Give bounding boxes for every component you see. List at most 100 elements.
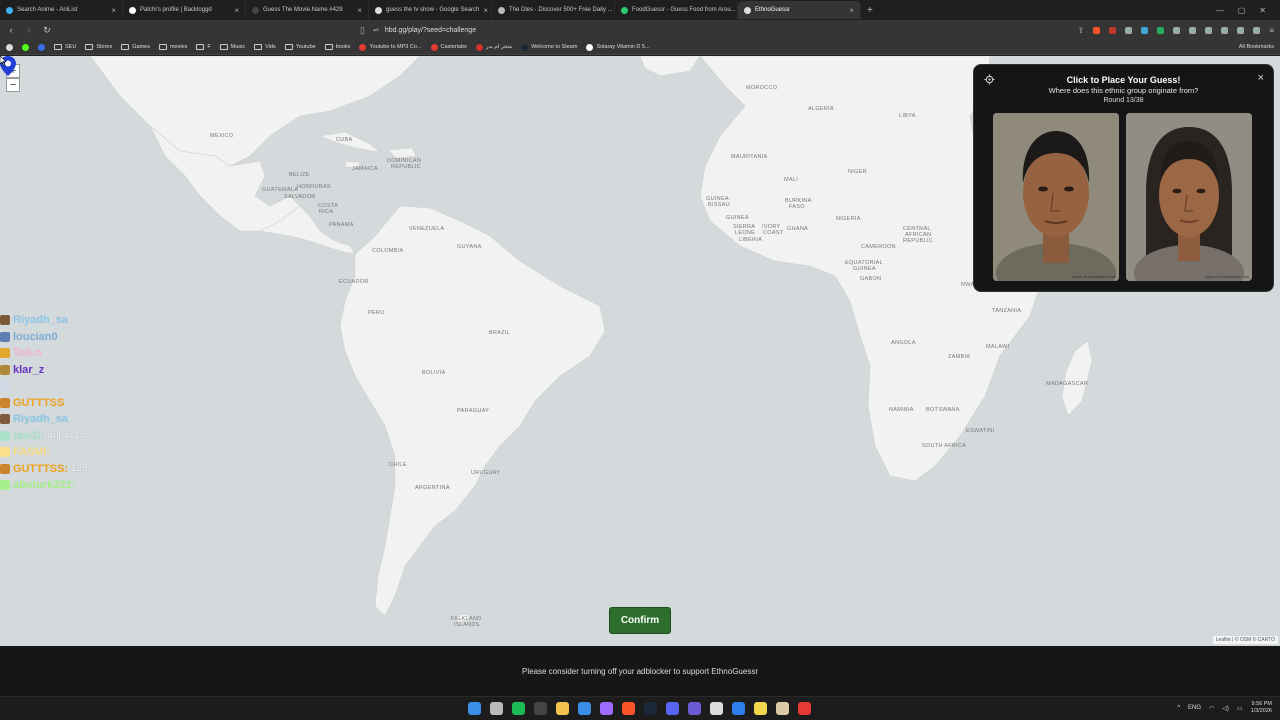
globe-icon[interactable] <box>732 702 745 715</box>
bookmark-item[interactable]: Solaray Vitamin D 5... <box>586 43 650 51</box>
extension-icon-2[interactable] <box>1141 26 1149 34</box>
window-controls: — ▢ ✕ <box>1216 6 1280 15</box>
clock[interactable]: 9:56 PM 1/3/2026 <box>1251 701 1272 715</box>
bookmark-item[interactable]: Vids <box>254 44 276 50</box>
extension-icon-3[interactable] <box>1157 26 1165 34</box>
brave-shield-icon[interactable] <box>1093 26 1101 34</box>
bookmark-item[interactable]: Casterlabs <box>430 43 467 51</box>
bookmark-label: Vids <box>265 44 276 50</box>
chat-text: antarctica <box>47 430 91 442</box>
map-label: VENEZUELA <box>409 226 445 232</box>
green-k-icon[interactable] <box>22 43 29 51</box>
bookmark-favicon-icon <box>475 43 483 51</box>
bookmark-item[interactable]: Welcome to Steam <box>521 43 577 51</box>
spotify-icon[interactable] <box>512 702 525 715</box>
brave-icon[interactable] <box>622 702 635 715</box>
bookmark-item[interactable]: Stores <box>85 44 112 50</box>
window-close-icon[interactable]: ✕ <box>1259 6 1266 15</box>
bookmark-item[interactable]: Music <box>219 44 246 50</box>
all-bookmarks-button[interactable]: All Bookmarks <box>1239 44 1274 50</box>
extension-icon-5[interactable] <box>1189 26 1197 34</box>
share-icon[interactable]: ⇪ <box>1078 26 1085 35</box>
volume-icon[interactable]: ◁) <box>1222 705 1229 712</box>
forward-icon[interactable]: › <box>24 25 34 35</box>
wallet-icon[interactable] <box>1237 26 1245 34</box>
zoom-out-button[interactable]: − <box>6 78 20 92</box>
pen-icon[interactable] <box>600 702 613 715</box>
close-icon[interactable]: × <box>1258 72 1264 84</box>
tab-title: EthnoGuessr <box>755 7 791 13</box>
site-info-icon[interactable]: ⇌ <box>373 26 379 34</box>
chat-badge-icon <box>0 397 10 408</box>
bookmark-item[interactable]: books <box>324 44 350 50</box>
apps-icon <box>6 43 13 51</box>
menu-icon[interactable]: ≡ <box>1269 26 1274 35</box>
maximize-icon[interactable]: ▢ <box>1238 6 1246 15</box>
back-icon[interactable]: ‹ <box>6 25 16 35</box>
chat-message: Toli.n <box>0 345 280 362</box>
todo-icon[interactable] <box>578 702 591 715</box>
tab-close-icon[interactable]: × <box>357 6 362 15</box>
browser-tab[interactable]: FoodGuessr - Guess Food from Arou...× <box>615 1 738 19</box>
chat-badge-icon <box>0 331 10 342</box>
bookmark-item[interactable]: Youtube to MP3 Co... <box>359 43 422 51</box>
tab-close-icon[interactable]: × <box>234 6 239 15</box>
apps-icon[interactable] <box>6 43 13 51</box>
extension-icon-4[interactable] <box>1173 26 1181 34</box>
bookmark-item[interactable]: Games <box>121 44 150 50</box>
new-tab-icon[interactable]: + <box>861 5 879 16</box>
bookmark-icon[interactable]: ▯ <box>360 25 365 36</box>
bookmark-item[interactable]: متجر ام بدر <box>475 43 512 51</box>
extension-icon-1[interactable] <box>1125 26 1133 34</box>
steam-icon[interactable] <box>644 702 657 715</box>
browser-tab[interactable]: The Dles - Discover 500+ Free Daily ...× <box>492 1 615 19</box>
map-label: CAMEROON <box>861 244 896 250</box>
map-label: TANZANIA <box>992 308 1022 314</box>
bookmark-item[interactable]: Youtube <box>284 44 316 50</box>
url-field[interactable]: ⇌ hbd.gg/play/?seed=challenge <box>373 26 853 35</box>
confirm-button[interactable]: Confirm <box>609 607 671 634</box>
map-attribution[interactable]: Leaflet | © OSM © CARTO <box>1212 636 1278 644</box>
windows-start-icon[interactable] <box>468 702 481 715</box>
minimize-icon[interactable]: — <box>1216 6 1224 15</box>
browser-tab[interactable]: Guess The Movie.Name #429 × <box>246 1 369 19</box>
tab-close-icon[interactable]: × <box>483 6 488 15</box>
search-icon[interactable] <box>490 702 503 715</box>
taskbar-apps <box>468 702 811 715</box>
github-icon[interactable] <box>710 702 723 715</box>
app2-icon[interactable] <box>776 702 789 715</box>
bookmark-item[interactable]: F <box>196 44 211 50</box>
blue-app-icon[interactable] <box>38 43 45 51</box>
chat-badge-icon <box>0 463 10 474</box>
record-icon[interactable] <box>798 702 811 715</box>
browser-tab[interactable]: Patchi's profile | Backloggd × <box>123 1 246 19</box>
chat-message: abuturk222: <box>0 477 280 494</box>
tab-close-icon[interactable]: × <box>111 6 116 15</box>
obs-icon[interactable] <box>688 702 701 715</box>
chat-message: Riyadh_sa <box>0 411 280 428</box>
bookmark-item[interactable]: SEU <box>54 44 76 50</box>
bookmark-item[interactable]: movies <box>158 44 187 50</box>
browser-tab[interactable]: guess the tv show - Google Search × <box>369 1 492 19</box>
map-label: URUGUAY <box>471 470 501 476</box>
vpn-icon[interactable] <box>1253 26 1261 34</box>
map-label: MEXICO <box>210 133 234 139</box>
bookmark-label: Music <box>230 44 246 50</box>
browser-tab[interactable]: EthnoGuessr × <box>738 1 861 19</box>
tab-title: Patchi's profile | Backloggd <box>140 7 212 13</box>
tab-close-icon[interactable]: × <box>849 6 854 15</box>
sidebar-icon[interactable] <box>1221 26 1229 34</box>
browser-tab[interactable]: Search Anime - AniList × <box>0 1 123 19</box>
tray-chevron-icon[interactable]: ^ <box>1177 705 1180 711</box>
notes-icon[interactable] <box>754 702 767 715</box>
file-explorer-icon[interactable] <box>556 702 569 715</box>
reload-icon[interactable]: ↻ <box>42 25 52 36</box>
brave-rewards-icon[interactable] <box>1109 26 1117 34</box>
map-label: ECUADOR <box>339 279 369 285</box>
extension-icon-6[interactable] <box>1205 26 1213 34</box>
battery-icon[interactable]: ▭ <box>1237 705 1243 712</box>
app-icon[interactable] <box>534 702 547 715</box>
language-indicator[interactable]: ENG <box>1188 705 1201 711</box>
wifi-icon[interactable]: ◠ <box>1209 705 1214 712</box>
discord-icon[interactable] <box>666 702 679 715</box>
